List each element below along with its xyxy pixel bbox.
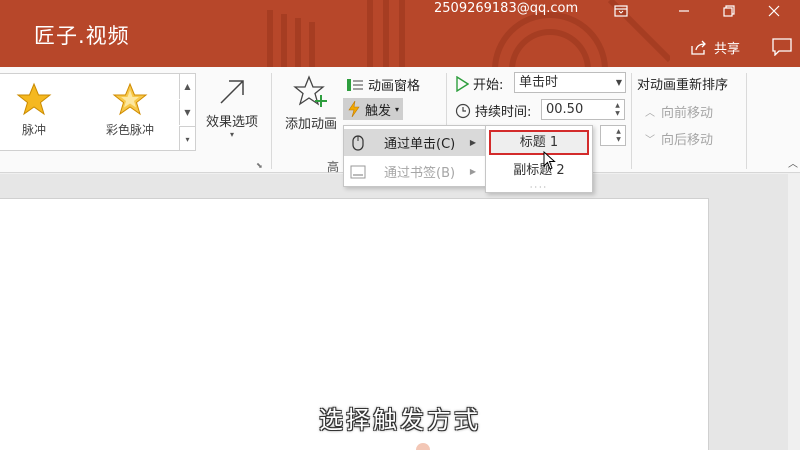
add-animation-label: 添加动画: [284, 117, 337, 132]
menu-item-on-click[interactable]: 通过单击(C) ▶: [344, 129, 486, 156]
spinner-icon[interactable]: ▲ ▼: [611, 100, 624, 119]
delay-input[interactable]: ▲ ▼: [600, 125, 626, 146]
start-row: 开始:: [455, 74, 503, 93]
star-icon: [112, 82, 148, 116]
share-icon: [691, 40, 706, 55]
duration-value: 00.50: [546, 102, 584, 117]
gallery-item-label: 脉冲: [21, 123, 46, 137]
ribbon-separator: [746, 73, 747, 169]
advanced-group-label: 高: [327, 160, 340, 174]
chevron-up-icon: ︿: [645, 108, 655, 119]
chevron-right-icon: ▶: [469, 167, 476, 176]
animation-gallery: 脉冲 彩色脉冲 ▲ ▼ ▾: [0, 73, 196, 151]
app-logo: 匠子.视频: [34, 24, 130, 48]
ribbon-separator: [271, 73, 272, 169]
submenu-item-subtitle-2[interactable]: 副标题 2: [489, 159, 589, 183]
restore-icon[interactable]: [711, 0, 747, 22]
chevron-down-icon: ▼: [615, 78, 622, 87]
animation-pane-button[interactable]: 动画窗格: [346, 75, 420, 94]
lightning-icon: [348, 101, 360, 117]
minimize-icon[interactable]: [666, 0, 702, 22]
star-icon: [16, 82, 52, 116]
chevron-down-icon: ﹀: [645, 135, 655, 146]
move-earlier-label: 向前移动: [661, 106, 714, 121]
start-value: 单击时: [519, 75, 559, 90]
clock-icon: [455, 103, 471, 118]
close-icon[interactable]: [756, 0, 792, 22]
menu-item-label: 通过单击(C): [384, 137, 456, 152]
gallery-scroll-up-icon[interactable]: ▲: [179, 74, 195, 99]
add-star-icon: [293, 75, 327, 107]
bookmark-icon: [350, 165, 366, 178]
video-caption: 选择触发方式: [319, 406, 481, 434]
trigger-button[interactable]: 触发 ▾: [343, 98, 404, 120]
ribbon-display-options-icon[interactable]: [603, 0, 639, 22]
trigger-menu: 通过单击(C) ▶ 通过书签(B) ▶: [343, 125, 487, 187]
effect-options-label: 效果选项: [205, 115, 258, 130]
animation-pane-icon: [347, 78, 363, 91]
move-later-label: 向后移动: [661, 133, 714, 148]
share-button[interactable]: 共享: [690, 38, 740, 57]
submenu-item-label: 标题 1: [519, 135, 559, 150]
submenu-item-title-1[interactable]: 标题 1: [489, 130, 589, 155]
spinner-icon[interactable]: ▲ ▼: [612, 126, 625, 145]
comment-icon[interactable]: [772, 38, 792, 60]
chevron-down-icon: ▾: [229, 130, 234, 139]
trigger-label: 触发: [365, 103, 392, 119]
duration-label: 持续时间:: [475, 105, 532, 120]
gallery-item-pulse[interactable]: 脉冲: [0, 82, 74, 138]
animation-pane-label: 动画窗格: [368, 79, 421, 94]
ribbon-separator: [631, 73, 632, 169]
move-later-button[interactable]: ﹀ 向后移动: [645, 129, 713, 148]
resize-grip-icon[interactable]: ····: [486, 183, 592, 192]
gallery-item-color-pulse[interactable]: 彩色脉冲: [90, 82, 170, 138]
title-bar: 匠子.视频 2509269183@qq.com 共享: [0, 0, 800, 67]
reorder-title: 对动画重新排序: [637, 74, 728, 93]
add-animation-button[interactable]: 添加动画: [280, 75, 342, 132]
effect-options-button[interactable]: 效果选项 ▾: [199, 77, 265, 139]
chevron-right-icon: ▶: [469, 138, 476, 147]
chevron-down-icon: ▾: [395, 104, 400, 114]
duration-input[interactable]: 00.50 ▲ ▼: [541, 99, 625, 120]
trigger-object-submenu: 标题 1 副标题 2 ····: [485, 125, 593, 193]
menu-item-label: 通过书签(B): [384, 166, 456, 181]
move-earlier-button[interactable]: ︿ 向前移动: [645, 102, 713, 121]
play-icon: [456, 75, 469, 92]
share-label: 共享: [714, 42, 741, 57]
reorder-title-label: 对动画重新排序: [637, 78, 729, 93]
start-select[interactable]: 单击时 ▼: [514, 72, 626, 93]
account-email[interactable]: 2509269183@qq.com: [434, 1, 578, 16]
collapse-ribbon-icon[interactable]: ︿: [788, 155, 798, 170]
duration-row: 持续时间:: [455, 101, 531, 120]
gallery-more-icon[interactable]: ▾: [179, 126, 195, 151]
decorative-dot: [416, 443, 430, 450]
menu-item-on-bookmark[interactable]: 通过书签(B) ▶: [344, 158, 486, 185]
gallery-scroll-down-icon[interactable]: ▼: [179, 100, 195, 125]
dialog-launcher-icon[interactable]: ⬊: [256, 161, 263, 170]
gallery-item-label: 彩色脉冲: [105, 123, 154, 137]
app-window: 匠子.视频 2509269183@qq.com 共享 脉冲 彩色脉冲 ▲ ▼ ▾…: [0, 0, 800, 450]
mouse-icon: [352, 134, 364, 151]
mouse-cursor-icon: [543, 151, 556, 170]
start-label: 开始:: [473, 78, 504, 93]
arrow-diagonal-icon: [220, 80, 244, 104]
